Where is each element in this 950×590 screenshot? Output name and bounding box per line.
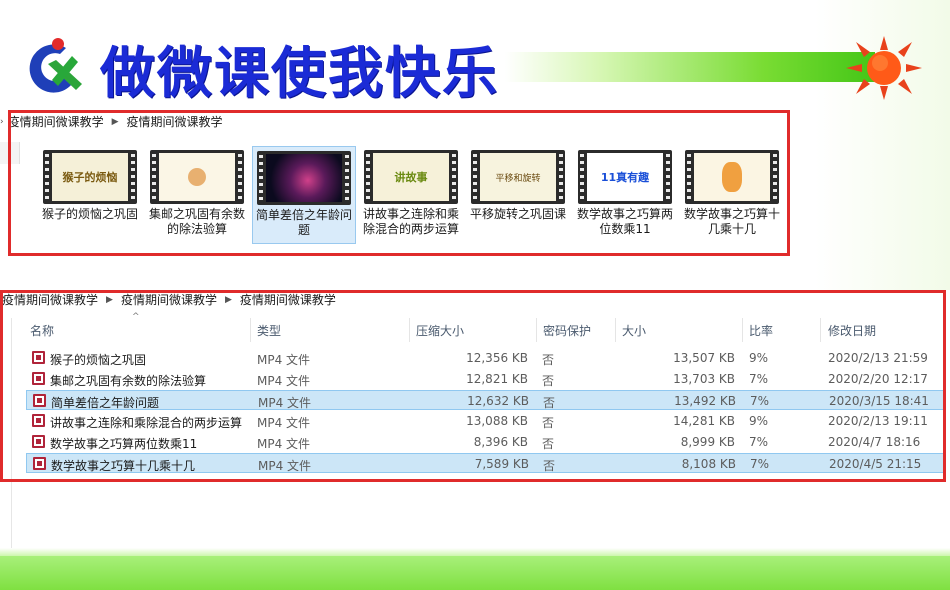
slide-title: 做微课使我快乐 xyxy=(100,41,500,105)
breadcrumb-chevron-icon: › xyxy=(0,116,4,127)
school-logo-icon xyxy=(29,38,82,93)
highlight-frame-bottom xyxy=(0,290,946,482)
highlight-frame-top xyxy=(8,110,790,256)
slide-bottom-band-fade xyxy=(0,548,950,556)
slide-bottom-band xyxy=(0,556,950,590)
sun-icon xyxy=(846,36,922,100)
title-green-bar xyxy=(505,52,875,82)
